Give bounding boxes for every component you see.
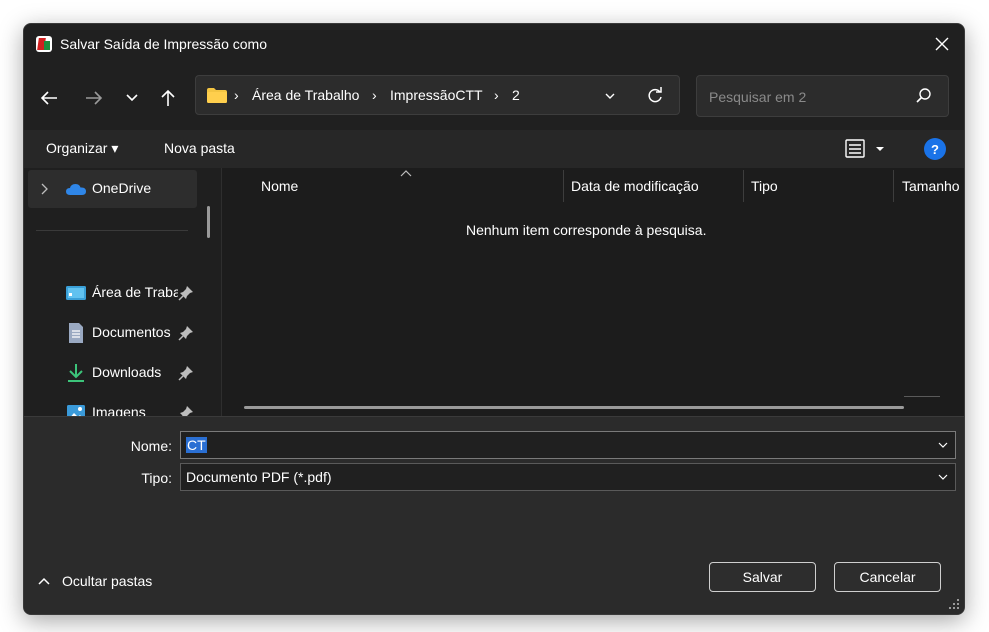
recent-locations-button[interactable] xyxy=(116,82,148,114)
breadcrumb-separator: › xyxy=(234,87,239,103)
chevron-down-icon xyxy=(126,94,138,102)
file-name-field[interactable]: CT xyxy=(180,431,956,459)
command-bar: Organizar ▾ Nova pasta ? xyxy=(24,130,964,168)
view-options-button[interactable] xyxy=(844,138,888,160)
address-dropdown-button[interactable] xyxy=(600,86,620,106)
column-header-name[interactable]: Nome xyxy=(261,178,298,194)
sidebar-item-label: Área de Trabalho xyxy=(92,284,178,300)
file-type-label: Tipo: xyxy=(141,470,172,486)
resize-grip-icon[interactable] xyxy=(948,598,960,610)
window-title: Salvar Saída de Impressão como xyxy=(60,36,267,52)
save-dialog: Salvar Saída de Impressão como › Área de… xyxy=(23,23,965,615)
file-list: Nome Data de modificação Tipo Tamanho Ne… xyxy=(222,168,964,416)
column-header-type[interactable]: Tipo xyxy=(751,178,778,194)
search-icon xyxy=(916,88,931,103)
scrollbar-track-end xyxy=(904,396,940,397)
cancel-button[interactable]: Cancelar xyxy=(834,562,941,592)
save-form: Nome: CT Tipo: Documento PDF (*.pdf) Ocu… xyxy=(24,416,964,614)
up-button[interactable] xyxy=(152,82,184,114)
empty-list-message: Nenhum item corresponde à pesquisa. xyxy=(466,222,707,238)
breadcrumb-desktop[interactable]: Área de Trabalho xyxy=(252,87,359,103)
arrow-up-icon xyxy=(161,89,175,106)
file-type-value: Documento PDF (*.pdf) xyxy=(186,469,332,485)
refresh-button[interactable] xyxy=(644,85,666,107)
navigation-pane: OneDrive Área de Trabalho Documentos Dow… xyxy=(24,168,222,421)
new-folder-button[interactable]: Nova pasta xyxy=(164,140,235,156)
sidebar-scrollbar[interactable] xyxy=(207,206,210,238)
onedrive-icon xyxy=(66,184,86,195)
folder-icon xyxy=(207,88,227,103)
pin-icon[interactable] xyxy=(178,325,194,341)
app-icon xyxy=(36,36,52,52)
search-input[interactable] xyxy=(707,85,911,109)
pin-icon[interactable] xyxy=(178,285,194,301)
documents-icon xyxy=(69,323,83,343)
navigation-bar: › Área de Trabalho › ImpressãoCTT › 2 xyxy=(24,64,964,130)
chevron-down-icon[interactable] xyxy=(937,471,949,483)
breadcrumb-impressaoctt[interactable]: ImpressãoCTT xyxy=(390,87,483,103)
desktop-icon xyxy=(66,286,86,300)
column-separator[interactable] xyxy=(893,170,894,202)
title-bar: Salvar Saída de Impressão como xyxy=(24,24,964,64)
save-button[interactable]: Salvar xyxy=(709,562,816,592)
pin-icon[interactable] xyxy=(178,365,194,381)
breadcrumb-separator: › xyxy=(372,87,377,103)
close-icon xyxy=(935,37,949,51)
search-box[interactable] xyxy=(696,75,949,117)
forward-button[interactable] xyxy=(78,82,110,114)
sidebar-item-downloads[interactable]: Downloads xyxy=(24,355,214,391)
sidebar-item-label: OneDrive xyxy=(92,180,152,196)
chevron-up-icon xyxy=(38,577,50,585)
help-button[interactable]: ? xyxy=(924,138,946,160)
chevron-right-icon xyxy=(41,183,48,195)
refresh-icon xyxy=(648,87,662,103)
view-list-icon xyxy=(845,139,884,158)
sort-ascending-icon xyxy=(400,170,412,177)
column-header-size[interactable]: Tamanho xyxy=(902,178,964,194)
breadcrumb-separator: › xyxy=(494,87,499,103)
column-separator[interactable] xyxy=(563,170,564,202)
close-button[interactable] xyxy=(922,30,962,58)
sidebar-item-desktop[interactable]: Área de Trabalho xyxy=(24,275,214,311)
hide-folders-label: Ocultar pastas xyxy=(62,573,153,589)
downloads-icon xyxy=(68,364,84,382)
back-button[interactable] xyxy=(33,82,65,114)
sidebar-item-label: Downloads xyxy=(92,364,162,380)
sidebar-divider xyxy=(36,230,188,231)
help-icon: ? xyxy=(931,141,939,157)
arrow-left-icon xyxy=(40,91,57,105)
chevron-down-icon[interactable] xyxy=(937,439,949,451)
arrow-right-icon xyxy=(86,91,103,105)
column-separator[interactable] xyxy=(743,170,744,202)
chevron-down-icon xyxy=(605,93,615,99)
sidebar-item-documents[interactable]: Documentos xyxy=(24,315,214,351)
breadcrumb-2[interactable]: 2 xyxy=(512,87,520,103)
column-header-date[interactable]: Data de modificação xyxy=(571,178,699,194)
address-bar[interactable]: › Área de Trabalho › ImpressãoCTT › 2 xyxy=(195,75,680,115)
file-type-select[interactable]: Documento PDF (*.pdf) xyxy=(180,463,956,491)
sidebar-item-onedrive[interactable]: OneDrive xyxy=(24,171,214,207)
file-name-value[interactable]: CT xyxy=(186,437,207,453)
file-name-label: Nome: xyxy=(130,438,172,454)
organize-menu[interactable]: Organizar ▾ xyxy=(46,140,118,157)
sidebar-item-label: Documentos xyxy=(92,324,171,340)
horizontal-scrollbar[interactable] xyxy=(244,406,904,409)
